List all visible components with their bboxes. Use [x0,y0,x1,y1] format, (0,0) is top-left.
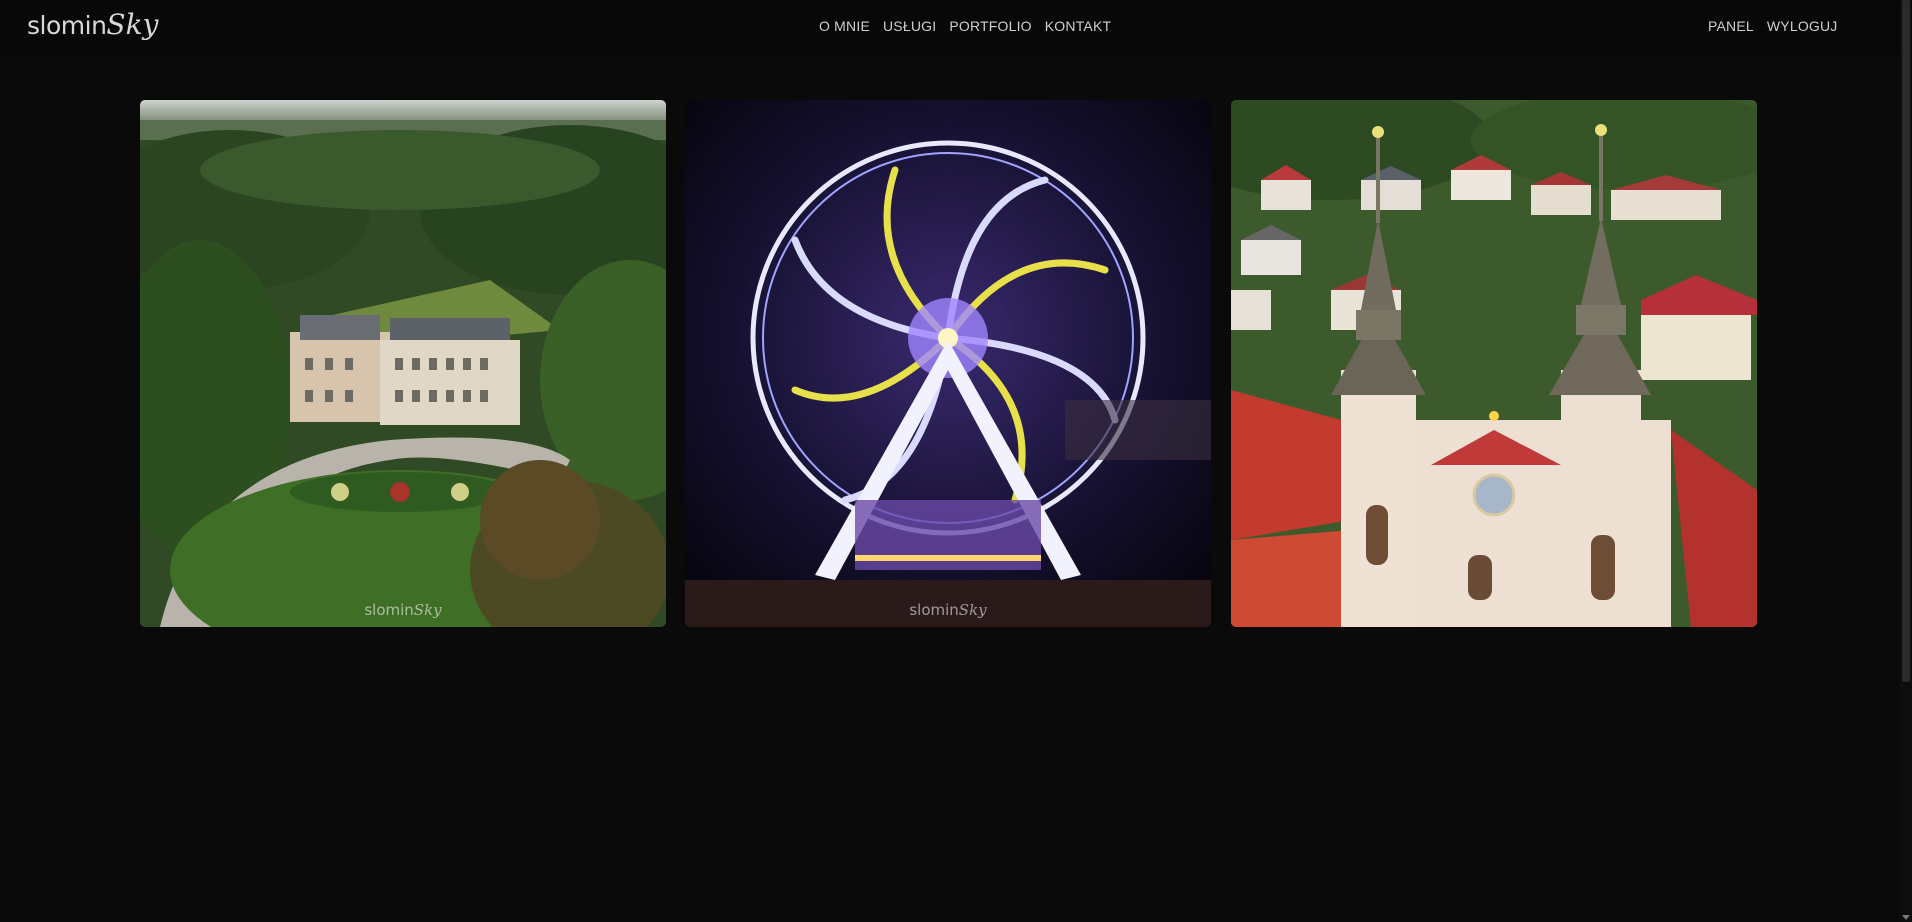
ferris-wheel-photo-image [685,100,1211,627]
nav-link-kontakt[interactable]: KONTAKT [1045,18,1111,34]
gallery-photo-church[interactable] [1231,100,1757,627]
page-scrollbar[interactable] [1900,0,1912,922]
site-header: slominSky O MNIE USŁUGI PORTFOLIO KONTAK… [0,0,1900,54]
nav-link-portfolio[interactable]: PORTFOLIO [949,18,1031,34]
photo-watermark: slominSky [364,601,442,619]
portfolio-gallery: slominSky slominSky [140,100,1757,627]
user-nav: PANEL WYLOGUJ [1708,18,1838,34]
site-logo[interactable]: slominSky [27,8,158,46]
nav-link-panel[interactable]: PANEL [1708,18,1754,34]
palace-photo-image [140,100,666,627]
gallery-photo-ferris-wheel[interactable]: slominSky [685,100,1211,627]
scroll-down-arrow-icon[interactable] [1902,915,1910,920]
nav-link-uslugi[interactable]: USŁUGI [883,18,936,34]
logo-text-script: Sky [106,8,159,41]
gallery-photo-palace[interactable]: slominSky [140,100,666,627]
church-photo-image [1231,100,1757,627]
main-nav: O MNIE USŁUGI PORTFOLIO KONTAKT [819,18,1111,34]
photo-watermark: slominSky [909,601,987,619]
nav-link-logout[interactable]: WYLOGUJ [1767,18,1838,34]
nav-link-o-mnie[interactable]: O MNIE [819,18,870,34]
scrollbar-thumb[interactable] [1902,0,1910,682]
logo-text-primary: slomin [27,11,107,40]
